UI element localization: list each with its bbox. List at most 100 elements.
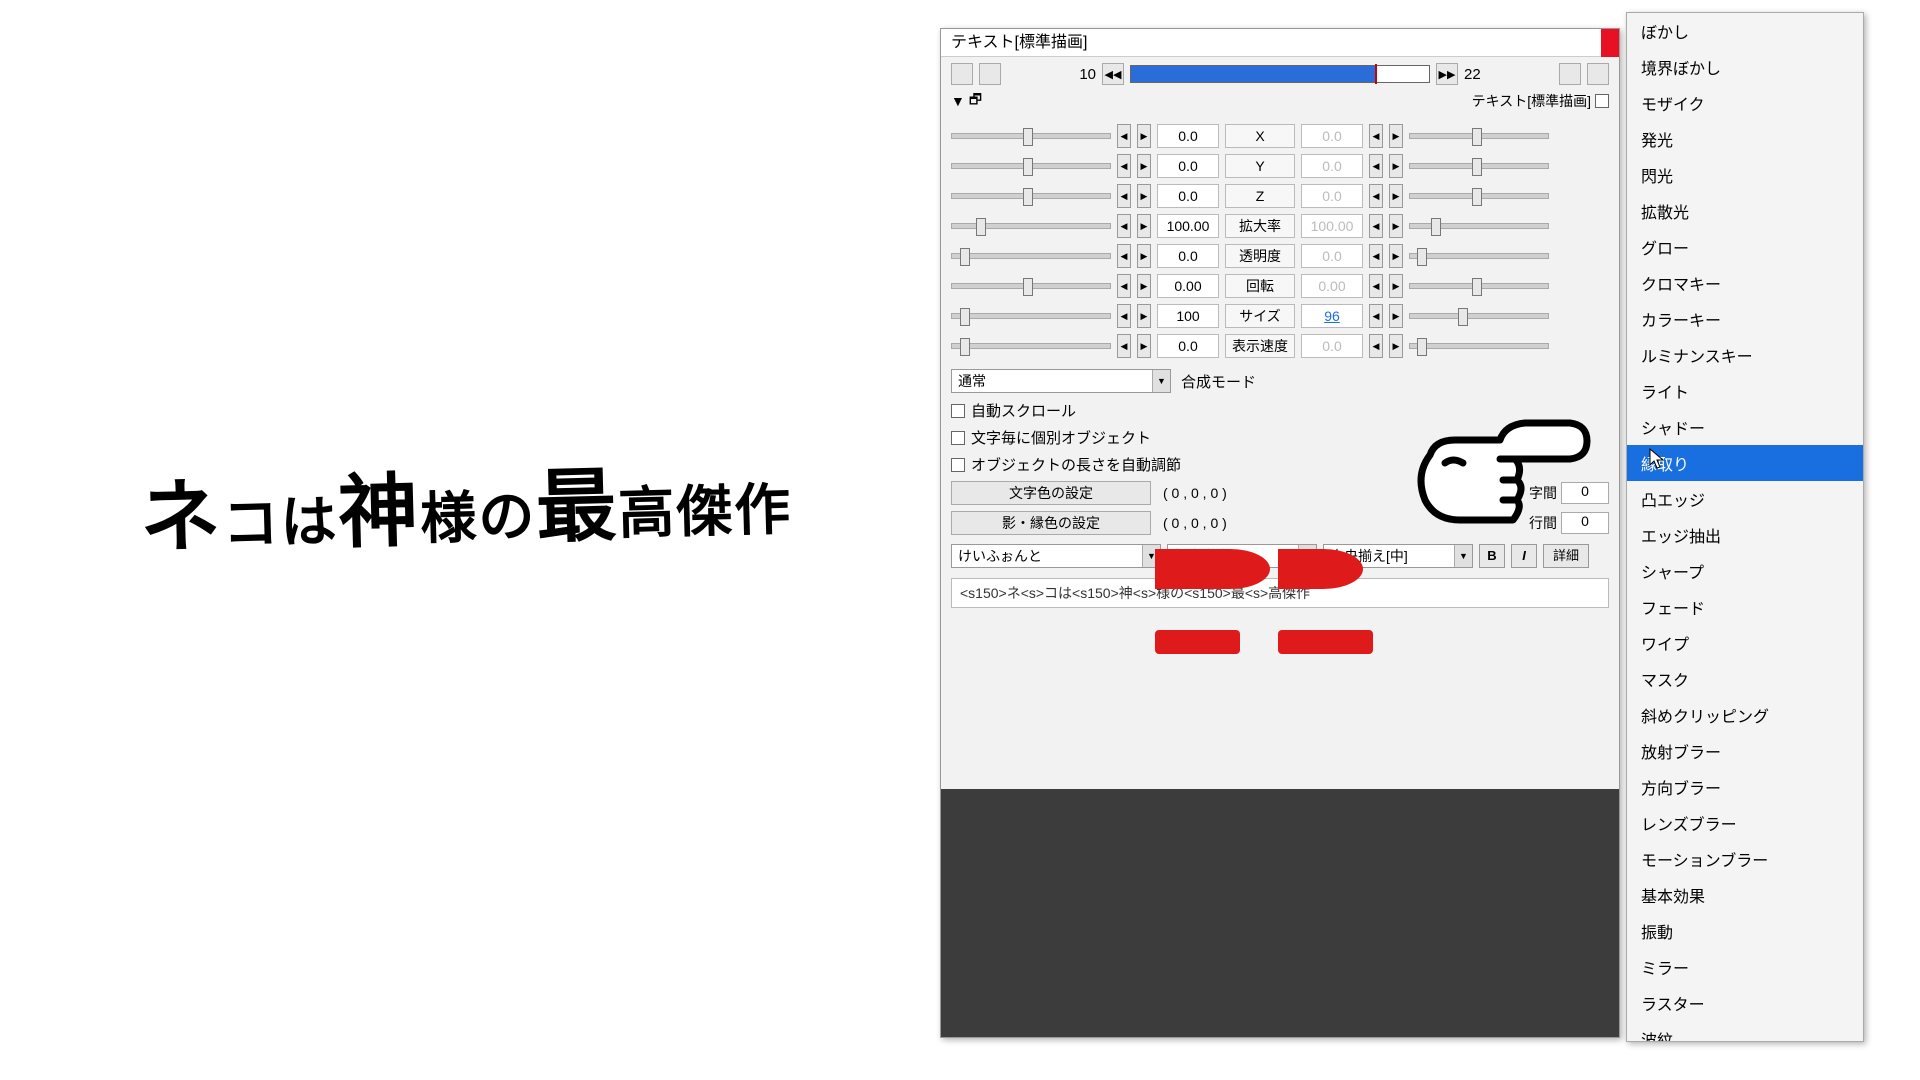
- detail-button[interactable]: 詳細: [1543, 544, 1589, 568]
- slider-left[interactable]: [951, 163, 1111, 169]
- nudge-right-inc[interactable]: ▶: [1389, 214, 1403, 238]
- nudge-right-dec[interactable]: ◀: [1369, 274, 1383, 298]
- nudge-right-dec[interactable]: ◀: [1369, 124, 1383, 148]
- slider-left[interactable]: [951, 223, 1111, 229]
- slider-left[interactable]: [951, 313, 1111, 319]
- checkbox[interactable]: [951, 458, 965, 472]
- text-color-button[interactable]: 文字色の設定: [951, 481, 1151, 505]
- menu-item[interactable]: 閃光: [1627, 157, 1863, 193]
- timeline-prev[interactable]: ◀◀: [1102, 63, 1124, 85]
- nudge-left-dec[interactable]: ◀: [1117, 334, 1131, 358]
- menu-item[interactable]: 縁取り: [1627, 445, 1863, 481]
- menu-item[interactable]: クロマキー: [1627, 265, 1863, 301]
- value-right[interactable]: 0.0: [1301, 154, 1363, 178]
- menu-item[interactable]: 斜めクリッピング: [1627, 697, 1863, 733]
- italic-button[interactable]: I: [1511, 544, 1537, 568]
- nudge-right-inc[interactable]: ▶: [1389, 154, 1403, 178]
- nudge-left-inc[interactable]: ▶: [1137, 334, 1151, 358]
- slider-left[interactable]: [951, 193, 1111, 199]
- menu-item[interactable]: 境界ぼかし: [1627, 49, 1863, 85]
- value-right[interactable]: 96: [1301, 304, 1363, 328]
- slider-right[interactable]: [1409, 343, 1549, 349]
- menu-item[interactable]: シャープ: [1627, 553, 1863, 589]
- shadow-color-button[interactable]: 影・縁色の設定: [951, 511, 1151, 535]
- toolbar-btn-2[interactable]: [979, 63, 1001, 85]
- checkbox[interactable]: [951, 404, 965, 418]
- nudge-left-dec[interactable]: ◀: [1117, 304, 1131, 328]
- font-select[interactable]: けいふぉんと▼: [951, 544, 1161, 568]
- menu-item[interactable]: 放射ブラー: [1627, 733, 1863, 769]
- value-right[interactable]: 0.0: [1301, 124, 1363, 148]
- menu-item[interactable]: 凸エッジ: [1627, 481, 1863, 517]
- toolbar-btn-4[interactable]: [1587, 63, 1609, 85]
- nudge-right-dec[interactable]: ◀: [1369, 184, 1383, 208]
- toolbar-btn-1[interactable]: [951, 63, 973, 85]
- menu-item[interactable]: エッジ抽出: [1627, 517, 1863, 553]
- menu-item[interactable]: グロー: [1627, 229, 1863, 265]
- nudge-left-dec[interactable]: ◀: [1117, 214, 1131, 238]
- nudge-right-inc[interactable]: ▶: [1389, 124, 1403, 148]
- slider-right[interactable]: [1409, 133, 1549, 139]
- nudge-right-dec[interactable]: ◀: [1369, 304, 1383, 328]
- menu-item[interactable]: 波紋: [1627, 1021, 1863, 1042]
- value-right[interactable]: 0.0: [1301, 334, 1363, 358]
- lock-icon[interactable]: 🗗: [969, 89, 982, 113]
- nudge-left-dec[interactable]: ◀: [1117, 274, 1131, 298]
- nudge-left-inc[interactable]: ▶: [1137, 244, 1151, 268]
- nudge-left-inc[interactable]: ▶: [1137, 304, 1151, 328]
- value-left[interactable]: 0.0: [1157, 244, 1219, 268]
- menu-item[interactable]: ぼかし: [1627, 13, 1863, 49]
- nudge-right-inc[interactable]: ▶: [1389, 274, 1403, 298]
- nudge-left-dec[interactable]: ◀: [1117, 184, 1131, 208]
- slider-right[interactable]: [1409, 193, 1549, 199]
- nudge-right-inc[interactable]: ▶: [1389, 244, 1403, 268]
- nudge-right-inc[interactable]: ▶: [1389, 334, 1403, 358]
- value-left[interactable]: 0.00: [1157, 274, 1219, 298]
- value-left[interactable]: 0.0: [1157, 124, 1219, 148]
- value-left[interactable]: 100.00: [1157, 214, 1219, 238]
- slider-right[interactable]: [1409, 313, 1549, 319]
- value-left[interactable]: 0.0: [1157, 334, 1219, 358]
- nudge-left-inc[interactable]: ▶: [1137, 214, 1151, 238]
- value-left[interactable]: 100: [1157, 304, 1219, 328]
- subheader-check[interactable]: [1595, 94, 1609, 108]
- collapse-toggle[interactable]: ▼: [951, 93, 965, 109]
- menu-item[interactable]: 方向ブラー: [1627, 769, 1863, 805]
- nudge-right-inc[interactable]: ▶: [1389, 184, 1403, 208]
- slider-right[interactable]: [1409, 283, 1549, 289]
- bold-button[interactable]: B: [1479, 544, 1505, 568]
- slider-right[interactable]: [1409, 163, 1549, 169]
- value-right[interactable]: 0.0: [1301, 244, 1363, 268]
- slider-left[interactable]: [951, 253, 1111, 259]
- value-right[interactable]: 0.0: [1301, 184, 1363, 208]
- nudge-right-dec[interactable]: ◀: [1369, 154, 1383, 178]
- nudge-right-dec[interactable]: ◀: [1369, 334, 1383, 358]
- value-right[interactable]: 0.00: [1301, 274, 1363, 298]
- menu-item[interactable]: カラーキー: [1627, 301, 1863, 337]
- nudge-right-inc[interactable]: ▶: [1389, 304, 1403, 328]
- filter-context-menu[interactable]: ぼかし境界ぼかしモザイク発光閃光拡散光グロークロマキーカラーキールミナンスキーラ…: [1626, 12, 1864, 1042]
- nudge-right-dec[interactable]: ◀: [1369, 244, 1383, 268]
- value-left[interactable]: 0.0: [1157, 184, 1219, 208]
- blend-mode-select[interactable]: 通常 ▼: [951, 369, 1171, 393]
- nudge-left-inc[interactable]: ▶: [1137, 154, 1151, 178]
- slider-left[interactable]: [951, 133, 1111, 139]
- dialog-titlebar[interactable]: テキスト[標準描画]: [941, 29, 1619, 57]
- menu-item[interactable]: ライト: [1627, 373, 1863, 409]
- slider-left[interactable]: [951, 283, 1111, 289]
- nudge-left-dec[interactable]: ◀: [1117, 244, 1131, 268]
- menu-item[interactable]: フェード: [1627, 589, 1863, 625]
- menu-item[interactable]: ワイプ: [1627, 625, 1863, 661]
- toolbar-btn-3[interactable]: [1559, 63, 1581, 85]
- menu-item[interactable]: 拡散光: [1627, 193, 1863, 229]
- timeline-next[interactable]: ▶▶: [1436, 63, 1458, 85]
- slider-right[interactable]: [1409, 223, 1549, 229]
- slider-left[interactable]: [951, 343, 1111, 349]
- menu-item[interactable]: モザイク: [1627, 85, 1863, 121]
- value-left[interactable]: 0.0: [1157, 154, 1219, 178]
- nudge-left-inc[interactable]: ▶: [1137, 184, 1151, 208]
- menu-item[interactable]: ルミナンスキー: [1627, 337, 1863, 373]
- close-button[interactable]: [1601, 29, 1619, 57]
- timeline-cursor[interactable]: [1375, 64, 1377, 84]
- menu-item[interactable]: ラスター: [1627, 985, 1863, 1021]
